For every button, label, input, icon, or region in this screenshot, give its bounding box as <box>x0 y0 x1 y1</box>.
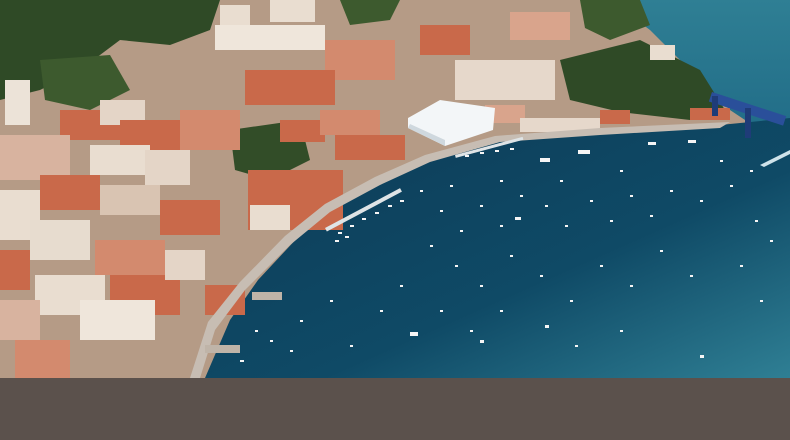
caption-bar <box>0 378 790 440</box>
image-frame <box>0 0 790 440</box>
aerial-harbor-photo <box>0 0 790 378</box>
